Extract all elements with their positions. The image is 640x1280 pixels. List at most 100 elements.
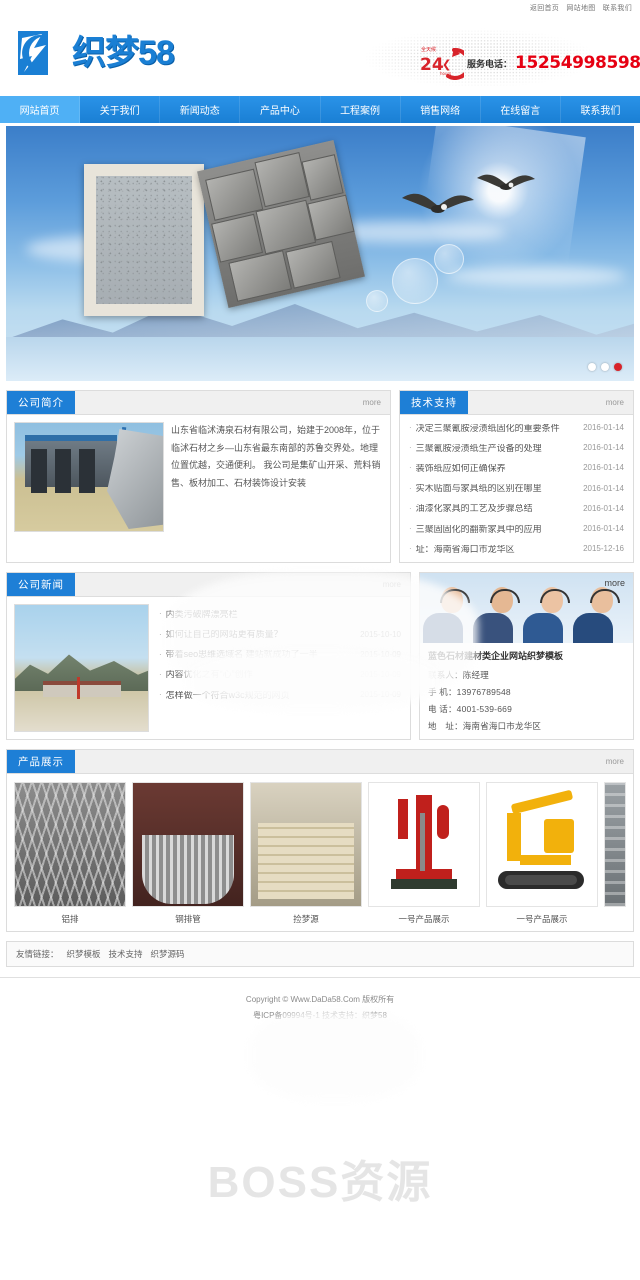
list-item[interactable]: · 带着seo思维选域名 建站就成功了一半 2015-10-09 (157, 645, 403, 665)
list-item-date: 2015-10-09 (360, 669, 401, 679)
list-item-title: 三聚氰胺浸渍纸生产设备的处理 (415, 443, 542, 453)
top-link-home[interactable]: 返回首页 (530, 5, 559, 12)
about-more-link[interactable]: more (363, 391, 390, 414)
news-more-link[interactable]: more (383, 573, 410, 596)
list-item-date: 2016-01-14 (583, 463, 624, 473)
service-label: 服务电话： (467, 58, 513, 69)
nav-item-contact[interactable]: 联系我们 (561, 96, 640, 123)
top-link-sitemap[interactable]: 网站地图 (566, 5, 595, 12)
products-panel: 产品展示 more 铝排 钢排管 捡梦源 一号产品展示 一号产品展示 (6, 749, 634, 933)
list-item[interactable]: · 内容优化之有“心”创作 2015-10-09 (157, 665, 403, 685)
product-image (486, 782, 598, 908)
product-item[interactable]: 捡梦源 (250, 782, 362, 925)
list-item-title: 三聚固固化的翻新家具中的应用 (415, 524, 542, 534)
list-item-title: 内类污破牌漂亮栏 (165, 609, 238, 619)
contact-card-title: 蓝色石材建材类企业网站织梦模板 (428, 651, 564, 662)
bullet-icon: · (409, 423, 412, 433)
news-panel-title: 公司新闻 (7, 573, 75, 597)
friendly-link-tech-support[interactable]: 技术支持 (109, 948, 143, 960)
svg-text:❮: ❮ (442, 58, 451, 71)
list-item-date: 2016-01-14 (583, 524, 624, 534)
list-item[interactable]: · 如何让自己的网站更有质量？ 2015-10-10 (157, 625, 403, 645)
nav-item-message[interactable]: 在线留言 (481, 96, 561, 123)
list-item-title: 内容优化之有“心”创作 (165, 670, 253, 680)
banner-dot-2[interactable] (601, 363, 609, 371)
water-graphic (6, 337, 634, 381)
list-item-date: 2016-01-14 (583, 503, 624, 513)
tech-support-list: · 决定三聚氰胺浸渍纸固化的重要条件 2016-01-14 · 三聚氰胺浸渍纸生产设备… (407, 418, 626, 559)
news-list-wrap: · 内类污破牌漂亮栏 · 如何让自己的网站更有质量？ 2015-10-10 · 带着se… (157, 604, 403, 732)
eagle-icon (398, 186, 478, 228)
bullet-icon: · (159, 609, 162, 619)
list-item-date: 2015-12-16 (583, 544, 624, 554)
contact-telephone: 电 话：4001-539-669 (428, 704, 512, 715)
bullet-icon: · (159, 629, 162, 639)
contact-person: 联系人：陈经理 (428, 669, 489, 680)
list-item-date: 2015-10-10 (360, 629, 401, 639)
about-panel-title: 公司简介 (7, 391, 75, 414)
bubble-graphic (434, 244, 464, 274)
cloud-graphic (446, 266, 626, 286)
product-item[interactable]: 钢排管 (132, 782, 244, 925)
about-panel-header: 公司简介 more (7, 391, 390, 415)
friendly-links-bar: 友情链接： 织梦模板 技术支持 织梦源码 (6, 941, 634, 968)
list-item[interactable]: · 三聚氰胺浸渍纸生产设备的处理 2016-01-14 (407, 438, 626, 458)
list-item[interactable]: · 内类污破牌漂亮栏 (157, 604, 403, 624)
news-flag-graphic (77, 677, 80, 700)
logo-text: 织梦58 (72, 34, 175, 72)
tech-support-more-link[interactable]: more (606, 391, 633, 414)
contact-card: more 蓝色石材建材类企业网站织梦模板 联系人：陈经理 手 机：1397678… (419, 572, 634, 741)
agent-avatar (473, 587, 520, 644)
agent-avatar (573, 587, 620, 644)
product-caption: 一号产品展示 (398, 914, 450, 925)
site-header: 织梦58 全天候 24 ❮ hours 服务电话： 15254998598 (0, 16, 640, 96)
bullet-icon: · (409, 503, 412, 513)
list-item-title: 怎样做一个符合w3c规范的网页 (165, 690, 290, 700)
bubble-graphic (392, 258, 438, 304)
product-item[interactable] (604, 782, 626, 925)
hero-banner[interactable] (6, 126, 634, 381)
list-item[interactable]: · 怎样做一个符合w3c规范的网页 2015-10-09 (157, 685, 403, 705)
product-image (14, 782, 126, 908)
nav-item-sales-network[interactable]: 销售网络 (401, 96, 481, 123)
contact-address: 地 址：海南省海口市龙华区 (428, 721, 542, 732)
products-row: 产品展示 more 铝排 钢排管 捡梦源 一号产品展示 一号产品展示 (6, 749, 634, 933)
news-panel-body: · 内类污破牌漂亮栏 · 如何让自己的网站更有质量？ 2015-10-10 · 带着se… (7, 597, 410, 739)
list-item-title: 实木贴面与家具纸的区别在哪里 (415, 484, 542, 494)
about-text: 山东省临沭涛泉石材有限公司，始建于2008年，位于临沭石材之乡—山东省最东南部的… (171, 422, 383, 532)
product-item[interactable]: 铝排 (14, 782, 126, 925)
list-item-date: 2016-01-14 (583, 443, 624, 453)
banner-dot-3[interactable] (614, 363, 622, 371)
products-more-link[interactable]: more (606, 750, 633, 773)
factory-photo (14, 422, 164, 532)
service-phone-block: 全天候 24 ❮ hours 服务电话： 15254998598 (418, 46, 640, 80)
news-list: · 内类污破牌漂亮栏 · 如何让自己的网站更有质量？ 2015-10-10 · 带着se… (157, 604, 403, 705)
bullet-icon: · (409, 463, 412, 473)
site-logo[interactable]: 织梦58 (16, 28, 175, 78)
product-item[interactable]: 一号产品展示 (486, 782, 598, 925)
banner-dot-1[interactable] (588, 363, 596, 371)
product-item[interactable]: 一号产品展示 (368, 782, 480, 925)
nav-item-products[interactable]: 产品中心 (240, 96, 321, 123)
bubble-graphic (366, 290, 388, 312)
list-item[interactable]: · 装饰纸应如何正确保养 2016-01-14 (407, 458, 626, 478)
footer-copyright: Copyright © Www.DaDa58.Com 版权所有 (245, 995, 395, 1005)
contact-more-link[interactable]: more (604, 578, 625, 588)
list-item[interactable]: · 决定三聚氰胺浸渍纸固化的重要条件 2016-01-14 (407, 418, 626, 438)
nav-item-about[interactable]: 关于我们 (80, 96, 161, 123)
tech-support-header: 技术支持 more (400, 391, 633, 415)
logo-mark-icon (16, 28, 68, 78)
list-item[interactable]: · 油漆化家具的工艺及步骤总结 2016-01-14 (407, 499, 626, 519)
top-link-contact[interactable]: 联系我们 (603, 5, 632, 12)
list-item[interactable]: · 址：海南省海口市龙华区 2015-12-16 (407, 539, 626, 559)
friendly-link-dedecms-template[interactable]: 织梦模板 (67, 948, 101, 960)
friendly-link-dedecms-source[interactable]: 织梦源码 (151, 948, 185, 960)
banner-dots (588, 363, 622, 371)
list-item[interactable]: · 实木贴面与家具纸的区别在哪里 2016-01-14 (407, 479, 626, 499)
nav-item-cases[interactable]: 工程案例 (321, 96, 401, 123)
list-item-date: 2016-01-14 (583, 423, 624, 433)
list-item[interactable]: · 三聚固固化的翻新家具中的应用 2016-01-14 (407, 519, 626, 539)
nav-item-news[interactable]: 新闻动态 (160, 96, 241, 123)
bullet-icon: · (159, 649, 162, 659)
nav-item-home[interactable]: 网站首页 (0, 96, 81, 123)
